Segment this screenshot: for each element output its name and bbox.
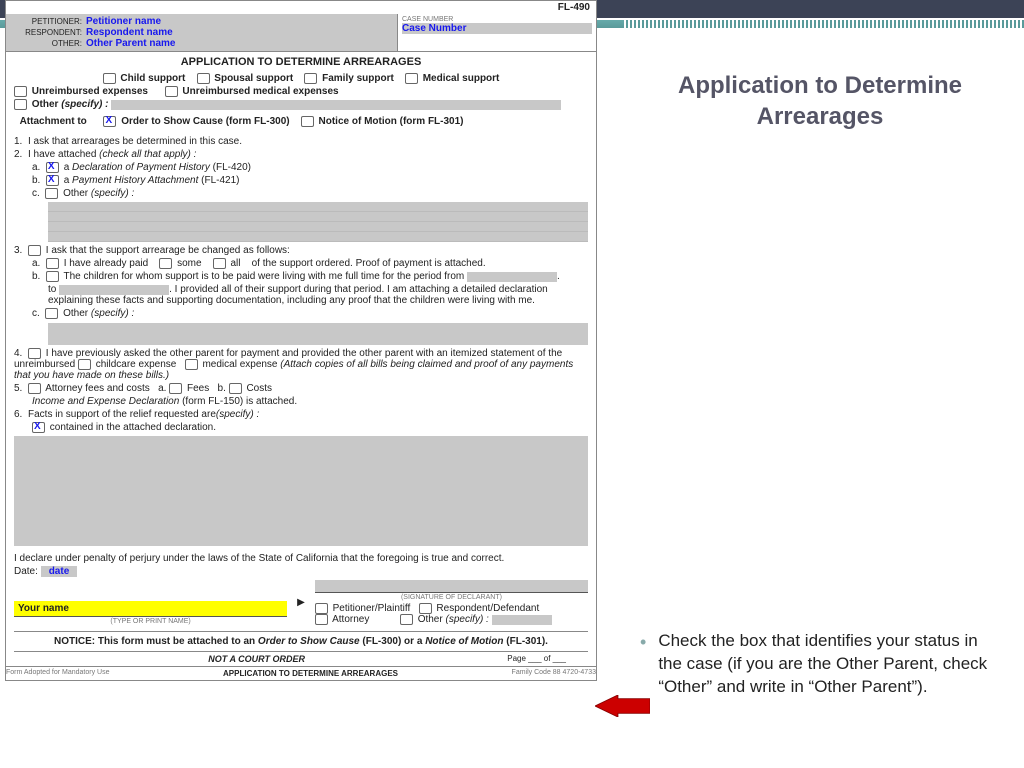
- checkbox-2b[interactable]: [46, 175, 59, 186]
- checkbox-3a[interactable]: [46, 258, 59, 269]
- checkbox-3b[interactable]: [46, 271, 59, 282]
- checkbox-medical-support[interactable]: [405, 73, 418, 84]
- checkbox-5-costs[interactable]: [229, 383, 242, 394]
- form-code: FL-490: [6, 1, 596, 14]
- checkbox-3[interactable]: [28, 245, 41, 256]
- form-fl490: FL-490 PETITIONER:Petitioner name RESPON…: [5, 0, 597, 681]
- checkbox-5-fees[interactable]: [169, 383, 182, 394]
- checkbox-6[interactable]: [32, 422, 45, 433]
- checkbox-respondent[interactable]: [419, 603, 432, 614]
- checkbox-4[interactable]: [28, 348, 41, 359]
- form-title: APPLICATION TO DETERMINE ARREARAGES: [6, 52, 596, 72]
- your-name-field[interactable]: Your name: [14, 601, 287, 616]
- instruction-bullet: • Check the box that identifies your sta…: [640, 630, 1000, 699]
- checkbox-spousal-support[interactable]: [197, 73, 210, 84]
- checkbox-2a[interactable]: [46, 162, 59, 173]
- checkbox-unreimb-exp[interactable]: [14, 86, 27, 97]
- notice: NOTICE: This form must be attached to an…: [14, 631, 588, 652]
- date-field[interactable]: date: [41, 566, 78, 577]
- checkbox-4-childcare[interactable]: [78, 359, 91, 370]
- checkbox-unreimb-med[interactable]: [165, 86, 178, 97]
- checkbox-nom[interactable]: [301, 116, 314, 127]
- checkbox-other-exp[interactable]: [14, 99, 27, 110]
- slide-title: Application to Determine Arrearages: [640, 70, 1000, 132]
- checkbox-4-medical[interactable]: [185, 359, 198, 370]
- petitioner-name[interactable]: Petitioner name: [86, 16, 161, 27]
- q6-textarea[interactable]: [14, 436, 588, 546]
- signature-field[interactable]: [315, 580, 588, 592]
- checkbox-osc[interactable]: [103, 116, 116, 127]
- respondent-name[interactable]: Respondent name: [86, 27, 173, 38]
- checkbox-petitioner[interactable]: [315, 603, 328, 614]
- case-number[interactable]: Case Number: [402, 23, 466, 34]
- red-arrow-icon: [595, 695, 650, 717]
- checkbox-2c[interactable]: [45, 188, 58, 199]
- other-specify-field[interactable]: [111, 100, 561, 110]
- q2c-textarea[interactable]: [48, 202, 588, 242]
- checkbox-child-support[interactable]: [103, 73, 116, 84]
- q3c-textarea[interactable]: [48, 323, 588, 345]
- checkbox-3a-all[interactable]: [213, 258, 226, 269]
- checkbox-attorney[interactable]: [315, 614, 328, 625]
- other-name[interactable]: Other Parent name: [86, 38, 175, 49]
- checkbox-other-role[interactable]: [400, 614, 413, 625]
- checkbox-5[interactable]: [28, 383, 41, 394]
- checkbox-3a-some[interactable]: [159, 258, 172, 269]
- checkbox-3c[interactable]: [45, 308, 58, 319]
- checkbox-family-support[interactable]: [304, 73, 317, 84]
